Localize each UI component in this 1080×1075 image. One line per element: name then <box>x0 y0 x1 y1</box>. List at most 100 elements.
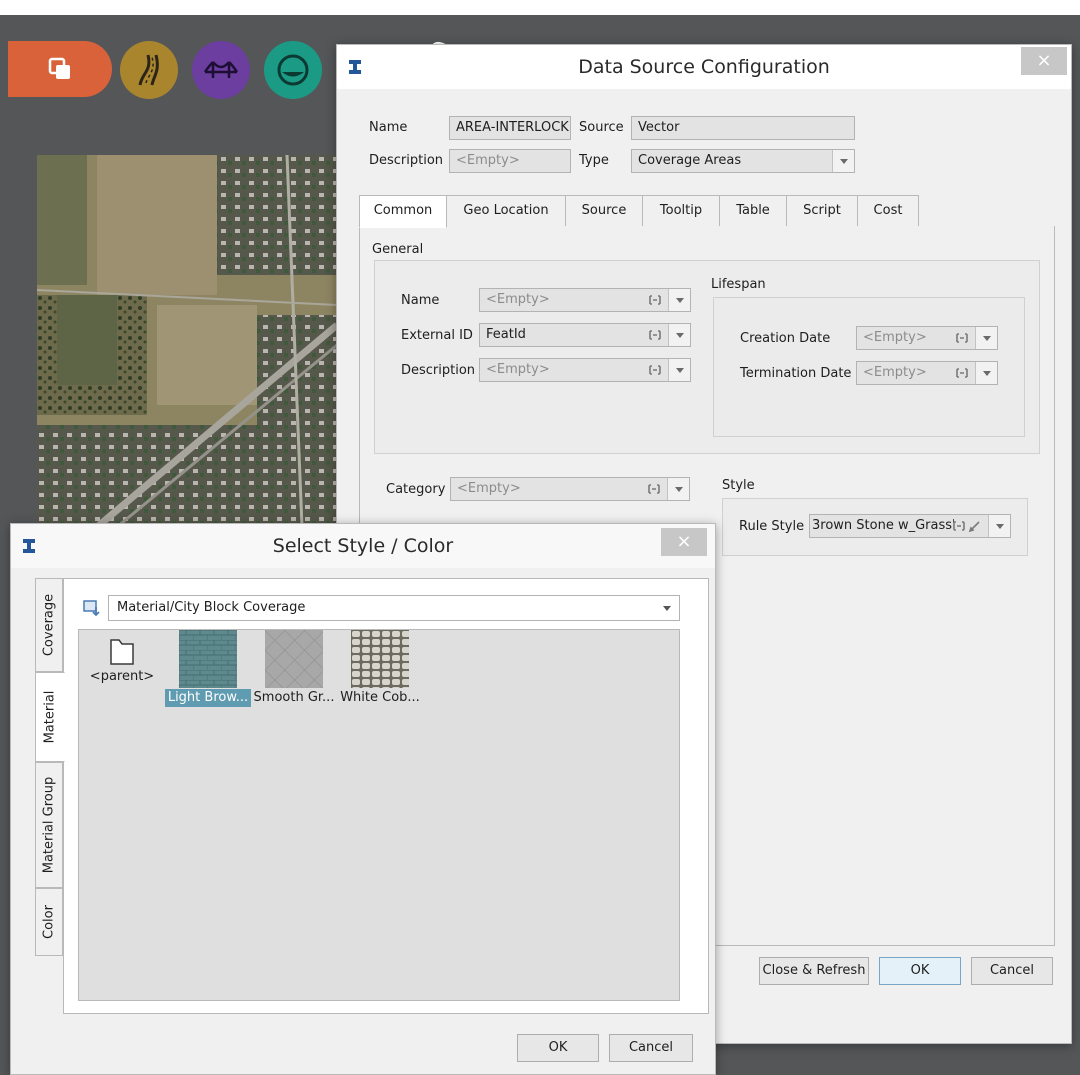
dsc-ok-button[interactable]: OK <box>879 957 961 985</box>
creation-date-value: <Empty> <box>863 330 927 345</box>
chevron-down-icon[interactable] <box>975 362 997 384</box>
rule-style-select[interactable]: 3rown Stone w_Grass' <box>809 514 1011 538</box>
dsc-title: Data Source Configuration <box>578 56 830 78</box>
name-field[interactable]: AREA-INTERLOCK <box>449 116 571 140</box>
attribute-binding-icon[interactable] <box>955 366 969 380</box>
ssc-title: Select Style / Color <box>272 535 454 557</box>
road-icon <box>138 54 159 86</box>
lifespan-group: Creation Date <Empty> Termination Date <… <box>713 297 1025 437</box>
tab-material-group[interactable]: Material Group <box>35 762 63 888</box>
satellite-imagery <box>37 155 337 527</box>
description-field[interactable]: <Empty> <box>449 149 571 173</box>
external-id-select[interactable]: FeatId <box>479 323 691 347</box>
tab-color[interactable]: Color <box>35 888 63 956</box>
source-field[interactable]: Vector <box>631 116 855 140</box>
material-item-white-cobble[interactable]: White Cob... <box>337 630 423 710</box>
tab-coverage-label: Coverage <box>41 593 57 657</box>
water-button[interactable] <box>264 41 322 99</box>
termination-date-label: Termination Date <box>740 366 852 381</box>
tab-tooltip[interactable]: Tooltip <box>642 195 720 227</box>
material-item-smooth-gray[interactable]: Smooth Gr... <box>251 630 337 710</box>
description-label: Description <box>369 153 444 168</box>
layers-icon <box>48 57 70 79</box>
general-description-select[interactable]: <Empty> <box>479 358 691 382</box>
general-group-title: General <box>372 242 424 257</box>
texture-swatch <box>265 630 323 688</box>
chevron-down-icon[interactable] <box>667 478 689 500</box>
termination-date-value: <Empty> <box>863 365 927 380</box>
tab-common[interactable]: Common <box>359 195 447 228</box>
select-style-color-dialog: Select Style / Color × Coverage Material… <box>10 523 716 1075</box>
lifespan-group-title: Lifespan <box>711 277 766 292</box>
termination-date-select[interactable]: <Empty> <box>856 361 998 385</box>
material-item-label: Light Brow... <box>165 689 251 707</box>
tab-material-label: Material <box>42 690 58 744</box>
type-select-value: Coverage Areas <box>638 153 742 168</box>
tab-cost[interactable]: Cost <box>857 195 919 227</box>
tab-material[interactable]: Material <box>35 672 65 762</box>
chevron-down-icon[interactable] <box>668 324 690 346</box>
dsc-titlebar[interactable]: Data Source Configuration × <box>337 45 1071 89</box>
folder-up-icon[interactable] <box>82 597 102 617</box>
layers-button[interactable] <box>8 41 112 97</box>
category-select[interactable]: <Empty> <box>450 477 690 501</box>
general-description-label: Description <box>401 363 476 378</box>
attribute-binding-icon[interactable] <box>955 331 969 345</box>
creation-date-label: Creation Date <box>740 331 831 346</box>
style-group-title: Style <box>722 478 755 493</box>
tab-material-group-label: Material Group <box>41 776 57 874</box>
chevron-down-icon[interactable] <box>988 515 1010 537</box>
dsc-cancel-button[interactable]: Cancel <box>971 957 1053 985</box>
tab-source[interactable]: Source <box>565 195 643 227</box>
tab-color-label: Color <box>41 905 57 939</box>
attribute-binding-icon[interactable] <box>647 482 661 496</box>
creation-date-select[interactable]: <Empty> <box>856 326 998 350</box>
material-panel: Material/City Block Coverage <parent> Li… <box>63 578 709 1014</box>
bridge-button[interactable] <box>192 41 250 99</box>
material-item-label: White Cob... <box>340 690 420 705</box>
material-path-select[interactable]: Material/City Block Coverage <box>108 595 680 621</box>
ssc-close-button[interactable]: × <box>661 528 707 556</box>
road-button[interactable] <box>120 41 178 99</box>
ssc-ok-button[interactable]: OK <box>517 1034 599 1062</box>
tab-coverage[interactable]: Coverage <box>35 578 63 672</box>
external-id-value: FeatId <box>486 327 526 342</box>
material-item-label: <parent> <box>89 669 155 684</box>
attribute-binding-icon[interactable] <box>648 293 662 307</box>
category-value: <Empty> <box>457 481 521 496</box>
external-id-label: External ID <box>401 328 473 343</box>
chevron-down-icon[interactable] <box>832 150 854 172</box>
tab-table[interactable]: Table <box>719 195 787 227</box>
type-label: Type <box>579 153 609 168</box>
attribute-binding-icon[interactable] <box>648 328 662 342</box>
satellite-map-view[interactable] <box>37 155 337 527</box>
chevron-down-icon[interactable] <box>663 606 671 611</box>
style-group: Rule Style 3rown Stone w_Grass' <box>722 498 1028 556</box>
general-description-value: <Empty> <box>486 362 550 377</box>
general-name-value: <Empty> <box>486 292 550 307</box>
name-label: Name <box>369 120 408 135</box>
tab-geo-location[interactable]: Geo Location <box>446 195 566 227</box>
pencil-icon[interactable] <box>968 519 982 533</box>
chevron-down-icon[interactable] <box>668 359 690 381</box>
attribute-binding-icon[interactable] <box>648 363 662 377</box>
material-browser[interactable]: <parent> Light Brow... Smooth Gr... Whit… <box>78 629 680 1001</box>
material-item-light-brown[interactable]: Light Brow... <box>165 630 251 710</box>
ssc-titlebar[interactable]: Select Style / Color × <box>11 524 715 568</box>
ssc-cancel-button[interactable]: Cancel <box>609 1034 693 1062</box>
dsc-close-button[interactable]: × <box>1021 47 1067 75</box>
general-group: Name <Empty> External ID FeatId Descript… <box>374 260 1040 454</box>
general-name-select[interactable]: <Empty> <box>479 288 691 312</box>
attribute-binding-icon[interactable] <box>952 519 966 533</box>
texture-swatch <box>351 630 409 688</box>
type-select[interactable]: Coverage Areas <box>631 149 855 173</box>
material-item-parent[interactable]: <parent> <box>79 630 165 710</box>
tab-script[interactable]: Script <box>786 195 858 227</box>
water-icon <box>277 54 309 86</box>
texture-swatch <box>179 630 237 688</box>
close-refresh-button[interactable]: Close & Refresh <box>759 957 869 985</box>
bridge-icon <box>203 61 239 78</box>
chevron-down-icon[interactable] <box>975 327 997 349</box>
general-name-label: Name <box>401 293 440 308</box>
chevron-down-icon[interactable] <box>668 289 690 311</box>
